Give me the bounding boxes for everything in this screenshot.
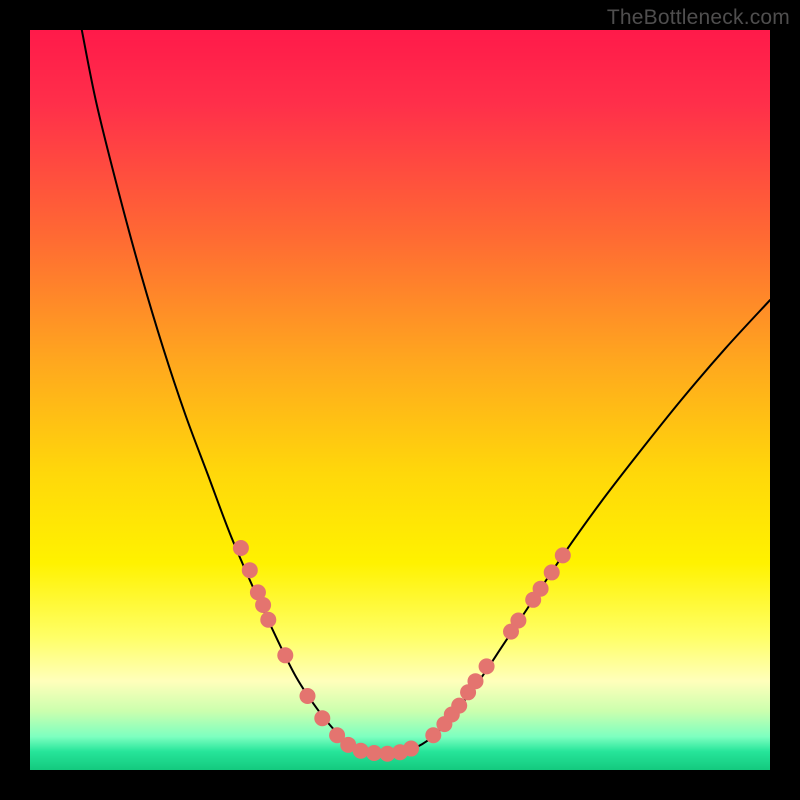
data-point [300,688,316,704]
data-point [233,540,249,556]
data-point [353,743,369,759]
data-point [242,562,258,578]
chart-frame: TheBottleneck.com [0,0,800,800]
data-point [510,613,526,629]
data-point [451,698,467,714]
data-point [260,612,276,628]
data-point [314,710,330,726]
watermark-text: TheBottleneck.com [607,6,790,30]
data-point [403,741,419,757]
data-point [533,581,549,597]
data-point [467,673,483,689]
data-point [255,597,271,613]
data-point [277,647,293,663]
data-point [479,658,495,674]
plot-area [30,30,770,770]
data-point [544,564,560,580]
data-point [555,547,571,563]
chart-svg [30,30,770,770]
background-gradient [30,30,770,770]
